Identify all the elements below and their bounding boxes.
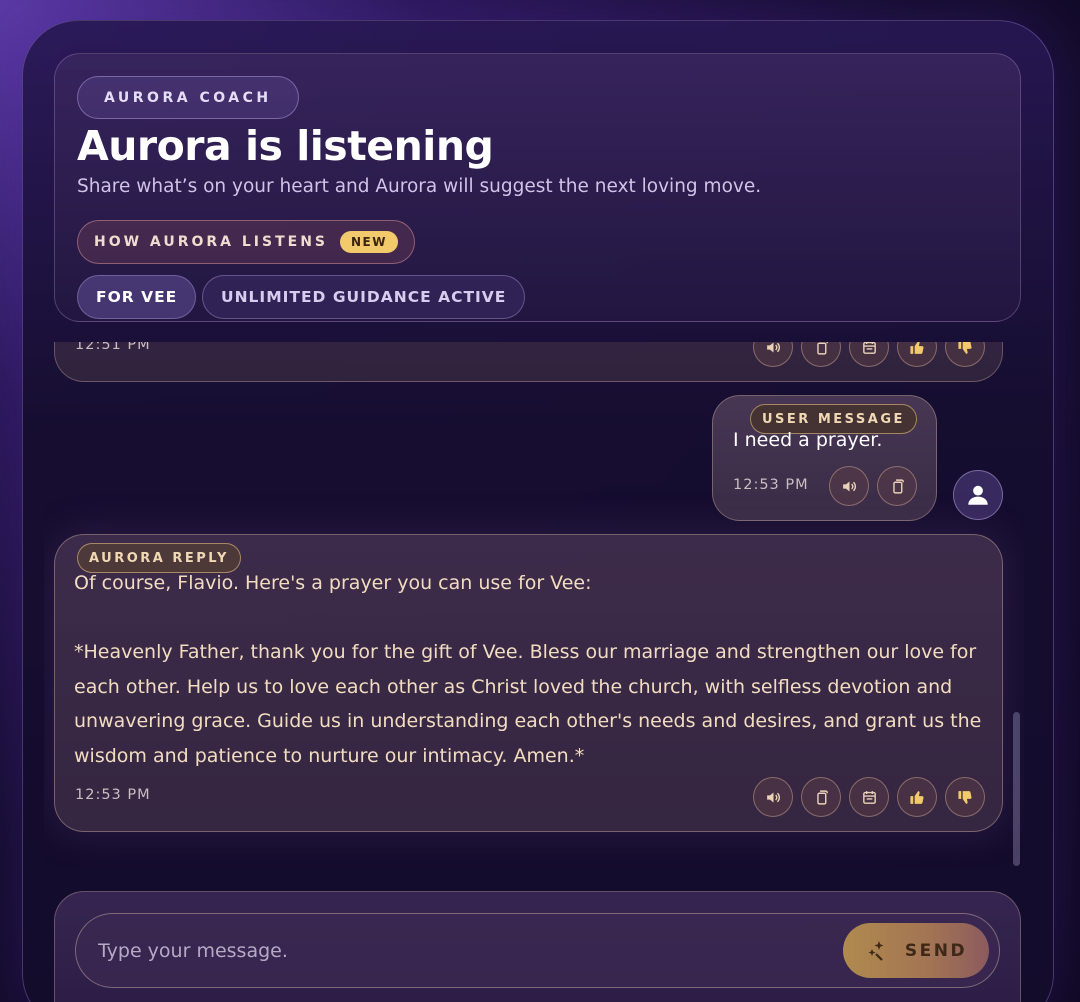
header-card: AURORA COACH Aurora is listening Share w… <box>54 53 1021 322</box>
page-title: Aurora is listening <box>77 122 494 170</box>
speak-button[interactable] <box>829 466 869 506</box>
calendar-button[interactable] <box>849 777 889 817</box>
calendar-icon <box>862 342 876 354</box>
thumbs-down-icon <box>957 790 972 804</box>
reply-line: *Heavenly Father, thank you for the gift… <box>74 641 982 767</box>
speaker-icon <box>842 481 856 491</box>
speaker-icon <box>766 342 780 352</box>
message-actions <box>829 466 917 506</box>
sparkle-icon <box>868 940 884 961</box>
message-time: 12:53 PM <box>75 787 151 803</box>
speak-button[interactable] <box>753 342 793 367</box>
chip-unlimited-guidance: UNLIMITED GUIDANCE ACTIVE <box>202 275 526 319</box>
thumbs-up-button[interactable] <box>897 342 937 367</box>
page-subtitle: Share what’s on your heart and Aurora wi… <box>77 176 762 197</box>
message-time: 12:51 PM <box>75 342 151 353</box>
copy-icon <box>816 342 828 355</box>
speaker-icon <box>766 792 780 802</box>
thumbs-up-icon <box>909 342 924 354</box>
copy-button[interactable] <box>801 342 841 367</box>
send-label: SEND <box>904 940 968 961</box>
copy-button[interactable] <box>877 466 917 506</box>
send-button[interactable]: SEND <box>843 923 989 978</box>
thumbs-down-button[interactable] <box>945 342 985 367</box>
aurora-reply-tag: AURORA REPLY <box>77 543 241 573</box>
previous-message-bubble: 12:51 PM <box>54 342 1003 382</box>
user-message-text: I need a prayer. <box>733 429 883 451</box>
composer: SEND <box>54 891 1021 1002</box>
chat-scrollbar[interactable] <box>1013 712 1020 866</box>
thumbs-up-button[interactable] <box>897 777 937 817</box>
message-actions <box>753 777 985 817</box>
how-aurora-listens-button[interactable]: HOW AURORA LISTENS NEW <box>77 220 415 264</box>
thumbs-down-icon <box>957 342 972 354</box>
chat-area: 12:51 PM USER MESSAGE I need a prayer. 1… <box>44 342 1024 867</box>
avatar <box>953 470 1003 520</box>
user-icon <box>968 485 988 505</box>
user-message-bubble: USER MESSAGE I need a prayer. 12:53 PM <box>712 395 937 521</box>
speak-button[interactable] <box>753 777 793 817</box>
chip-for-vee[interactable]: FOR VEE <box>77 275 197 319</box>
how-aurora-listens-label: HOW AURORA LISTENS <box>94 234 329 250</box>
calendar-button[interactable] <box>849 342 889 367</box>
copy-button[interactable] <box>801 777 841 817</box>
thumbs-up-icon <box>909 790 924 804</box>
thumbs-down-button[interactable] <box>945 777 985 817</box>
calendar-icon <box>862 790 876 804</box>
aurora-reply-bubble: AURORA REPLY Of course, Flavio. Here's a… <box>54 534 1003 832</box>
copy-icon <box>892 478 904 494</box>
new-badge: NEW <box>340 231 398 253</box>
coach-pill: AURORA COACH <box>77 76 299 119</box>
message-actions <box>753 342 985 367</box>
copy-icon <box>816 789 828 805</box>
aurora-reply-text: Of course, Flavio. Here's a prayer you c… <box>74 566 984 773</box>
message-time: 12:53 PM <box>733 477 809 493</box>
